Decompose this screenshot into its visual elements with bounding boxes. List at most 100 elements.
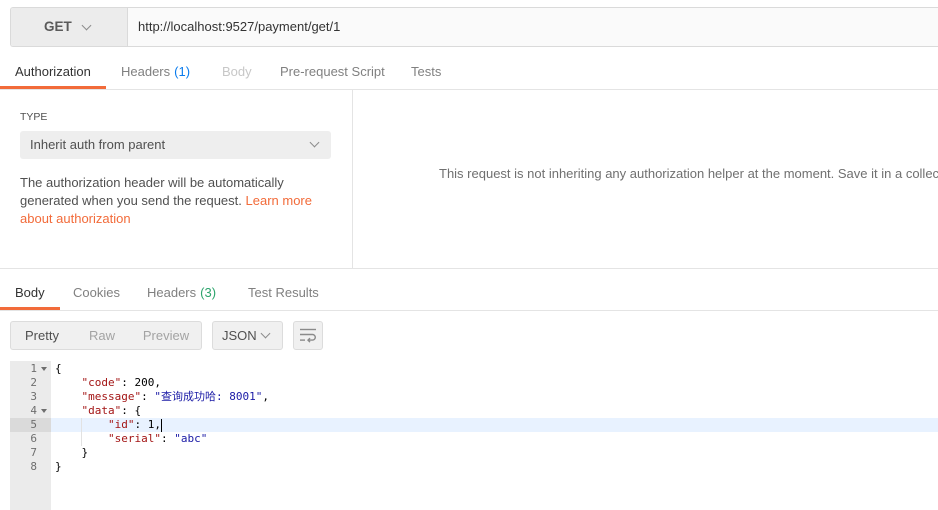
line-number-text: 5 [30,418,37,431]
json-comma: , [154,376,161,389]
indent-guide [81,432,107,446]
line-number: 5 [10,418,51,432]
chevron-down-icon [81,20,92,31]
method-select[interactable]: GET [11,8,128,46]
json-brace: } [81,446,89,459]
line-number: 1 [10,362,51,376]
json-string: "查询成功哈: 8001" [154,390,263,403]
auth-type-column: TYPE Inherit auth from parent The author… [0,90,353,268]
line-number: 7 [10,446,51,460]
tab-body[interactable]: Body [207,58,267,89]
tab-response-body[interactable]: Body [0,279,60,310]
text-cursor [160,419,162,432]
line-number: 2 [10,376,51,390]
json-brace: { [55,362,62,375]
json-key: "data" [81,404,122,417]
view-preview-button[interactable]: Preview [131,322,201,349]
tab-cookies[interactable]: Cookies [58,279,135,310]
json-key: "code" [81,376,122,389]
line-number-gutter: 1 2 3 4 5 6 7 8 [10,361,51,510]
indent-guide [81,418,107,432]
auth-type-label: TYPE [20,111,48,123]
view-mode-toggle: Pretty Raw Preview [10,321,202,350]
json-colon: : [134,418,148,431]
url-input[interactable]: http://localhost:9527/payment/get/1 [128,8,938,46]
line-number-text: 6 [30,432,37,445]
line-number: 3 [10,390,51,404]
code-line: "code": 200, [51,376,938,390]
authorization-panel: TYPE Inherit auth from parent The author… [0,90,938,269]
json-comma: , [154,418,161,431]
auth-help-text: The authorization header will be automat… [20,174,332,228]
auth-type-value: Inherit auth from parent [30,137,166,152]
json-number: 200 [134,376,155,389]
headers-count-badge: (1) [174,64,191,79]
request-tabs: Authorization Headers (1) Body Pre-reques… [0,58,938,90]
url-value: http://localhost:9527/payment/get/1 [138,19,341,34]
code-area[interactable]: { "code": 200, "message": "查询成功哈: 8001",… [51,361,938,510]
chevron-down-icon [309,137,320,148]
code-line: "serial": "abc" [51,432,938,446]
headers-count-badge: (3) [200,285,217,300]
tab-label: Body [15,285,45,300]
format-select[interactable]: JSON [212,321,283,350]
chevron-down-icon [260,328,271,339]
tab-label: Body [222,64,252,79]
tab-authorization[interactable]: Authorization [0,58,106,89]
format-value: JSON [222,328,257,343]
tab-test-results[interactable]: Test Results [233,279,334,310]
code-line: } [51,460,938,474]
code-line: "data": { [51,404,938,418]
auth-type-select[interactable]: Inherit auth from parent [20,131,331,159]
auth-help-description: The authorization header will be automat… [20,175,284,208]
code-line: { [51,362,938,376]
json-brace: } [55,460,62,473]
response-tabs: Body Cookies Headers (3) Test Results [0,279,938,311]
line-number: 6 [10,432,51,446]
json-key: "message" [81,390,142,403]
line-number-text: 3 [30,390,37,403]
line-number-text: 1 [30,362,37,375]
wrap-lines-button[interactable] [293,321,323,350]
line-number-text: 8 [30,460,37,473]
view-pretty-button[interactable]: Pretty [11,322,73,349]
line-number-text: 4 [30,404,37,417]
response-body-editor[interactable]: 1 2 3 4 5 6 7 8 { "code": 200, "message"… [10,361,938,510]
json-string: "abc" [174,432,208,445]
view-raw-button[interactable]: Raw [73,322,131,349]
json-key: "id" [107,418,135,431]
line-number-text: 2 [30,376,37,389]
tab-headers[interactable]: Headers (1) [106,58,205,89]
line-number: 4 [10,404,51,418]
wrap-lines-icon [300,328,316,343]
tab-label: Cookies [73,285,120,300]
tab-tests[interactable]: Tests [396,58,456,89]
request-bar: GET http://localhost:9527/payment/get/1 [10,7,938,47]
tab-label: Test Results [248,285,319,300]
json-key: "serial" [107,432,161,445]
tab-pre-request-script[interactable]: Pre-request Script [265,58,400,89]
json-comma: , [262,390,269,403]
json-brace: { [134,404,142,417]
tab-label: Pre-request Script [280,64,385,79]
code-line: } [51,446,938,460]
json-colon: : [141,390,155,403]
auth-info-message: This request is not inheriting any autho… [439,166,938,181]
line-number: 8 [10,460,51,474]
code-line: "id": 1, [51,418,938,432]
json-colon: : [160,432,175,445]
fold-arrow-icon[interactable] [41,367,47,371]
fold-arrow-icon[interactable] [41,409,47,413]
tab-label: Tests [411,64,442,79]
method-label: GET [44,19,72,34]
tab-response-headers[interactable]: Headers (3) [132,279,231,310]
json-colon: : [121,404,135,417]
json-colon: : [121,376,135,389]
tab-label: Authorization [15,64,91,79]
line-number-text: 7 [30,446,37,459]
